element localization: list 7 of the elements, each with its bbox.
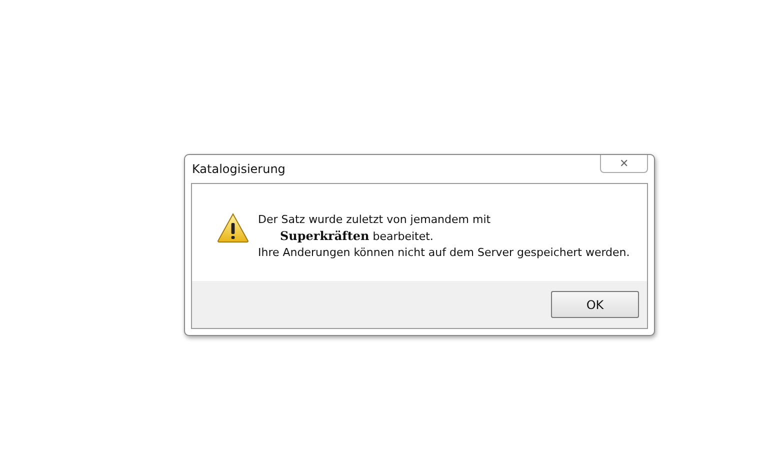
message-text: Ihre Anderungen können nicht auf dem Server gespeichert werden.: [258, 245, 630, 261]
warning-icon: [217, 213, 249, 243]
message-text: Der Satz wurde zuletzt von jemandem mit: [258, 212, 492, 228]
close-button[interactable]: ✕: [600, 155, 648, 173]
message-text: Superkräften bearbeitet.: [279, 228, 434, 245]
ok-button[interactable]: OK: [551, 291, 639, 318]
window-title: Katalogisierung: [191, 161, 286, 176]
